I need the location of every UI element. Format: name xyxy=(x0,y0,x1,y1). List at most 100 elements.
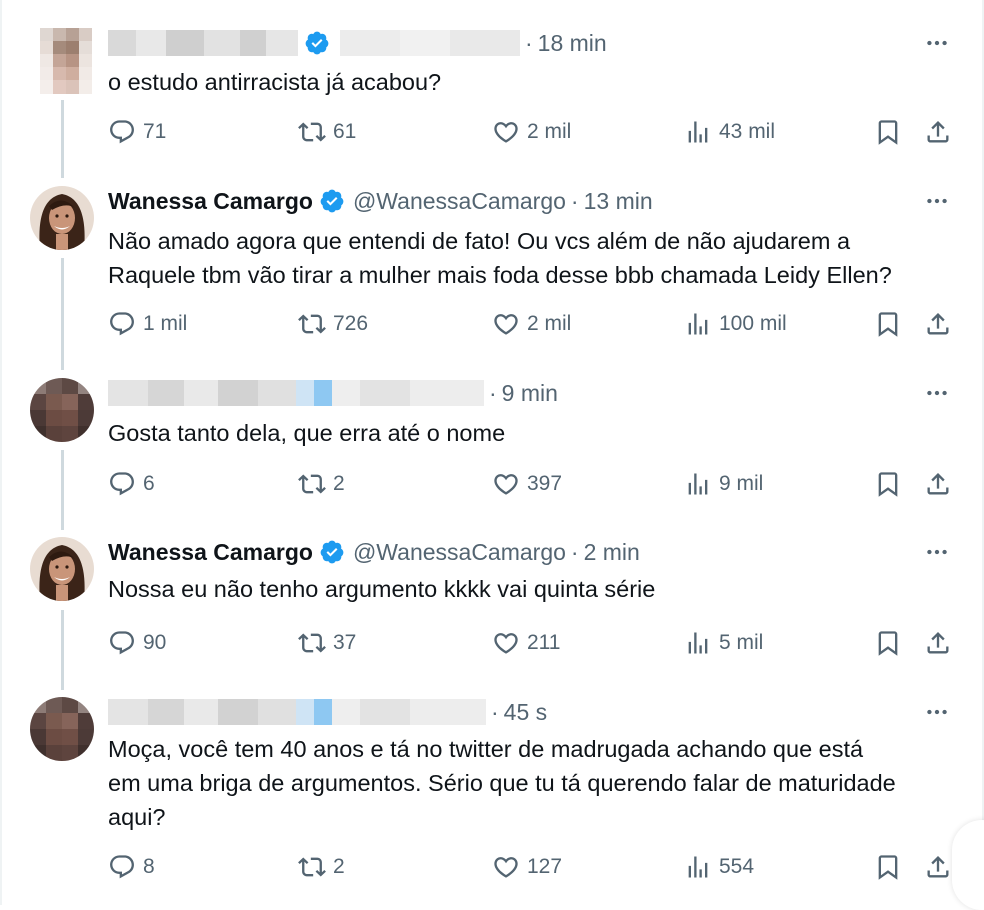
more-horizontal-icon[interactable] xyxy=(922,378,952,408)
tweet[interactable]: Wanessa Camargo @WanessaCamargo · 13 min… xyxy=(2,186,984,356)
tweet-time[interactable]: 13 min xyxy=(584,188,653,215)
share-icon xyxy=(927,856,949,878)
retweet-button[interactable]: 726 xyxy=(298,306,368,342)
tweet-text: o estudo antirracista já acabou? xyxy=(108,69,442,95)
tweet-actions: 90 37 211 5 mil xyxy=(108,625,952,661)
separator-dot: · xyxy=(570,187,579,214)
tweet-header: · 45 s xyxy=(108,697,547,727)
bookmark-button[interactable] xyxy=(874,849,902,885)
bookmark-button[interactable] xyxy=(874,114,902,150)
more-horizontal-icon[interactable] xyxy=(922,697,952,727)
redacted-handle xyxy=(340,29,520,57)
like-button[interactable]: 2 mil xyxy=(492,306,571,342)
bookmark-icon xyxy=(878,631,898,656)
share-button[interactable] xyxy=(924,466,952,502)
share-icon xyxy=(927,473,949,495)
avatar[interactable] xyxy=(30,186,94,250)
verified-badge-icon xyxy=(305,31,329,55)
views-button[interactable]: 5 mil xyxy=(684,625,763,661)
reply-thread: · 18 min o estudo antirracista já acabou… xyxy=(0,0,984,910)
retweet-button[interactable]: 2 xyxy=(298,466,345,502)
retweet-button[interactable]: 2 xyxy=(298,849,345,885)
tweet-actions: 71 61 2 mil 43 mil xyxy=(108,114,952,150)
tweet-actions: 8 2 127 554 xyxy=(108,849,952,885)
reply-button[interactable]: 6 xyxy=(108,466,155,502)
tweet-header: · 18 min xyxy=(108,28,607,58)
more-horizontal-icon[interactable] xyxy=(922,186,952,216)
share-button[interactable] xyxy=(924,306,952,342)
heart-icon xyxy=(494,122,518,143)
retweet-icon xyxy=(298,857,326,877)
user-handle[interactable]: @WanessaCamargo xyxy=(353,539,566,566)
more-horizontal-icon[interactable] xyxy=(922,537,952,567)
tweet-text: Nossa eu não tenho argumento kkkk vai qu… xyxy=(108,576,656,602)
user-name[interactable]: Wanessa Camargo xyxy=(108,188,313,215)
share-button[interactable] xyxy=(924,625,952,661)
tweet[interactable]: Wanessa Camargo @WanessaCamargo · 2 min … xyxy=(2,537,984,677)
more-horizontal-icon[interactable] xyxy=(922,28,952,58)
views-button[interactable]: 9 mil xyxy=(684,466,763,502)
share-button[interactable] xyxy=(924,114,952,150)
tweet-text: Moça, você tem 40 anos e tá no twitter d… xyxy=(108,732,968,834)
tweet-text: Gosta tanto dela, que erra até o nome xyxy=(108,420,506,446)
bookmark-icon xyxy=(878,120,898,145)
separator-dot: · xyxy=(491,698,499,725)
bookmark-button[interactable] xyxy=(874,306,902,342)
views-button[interactable]: 100 mil xyxy=(684,306,787,342)
separator-dot: · xyxy=(570,538,579,565)
verified-badge-icon xyxy=(320,189,344,213)
views-icon xyxy=(688,121,708,143)
tweet-time[interactable]: 2 min xyxy=(584,539,640,566)
like-button[interactable]: 127 xyxy=(492,849,562,885)
redacted-name xyxy=(108,29,298,57)
retweet-icon xyxy=(298,474,326,494)
tweet-text-line: Não amado agora que entendi de fato! Ou … xyxy=(108,228,851,254)
scroll-corner-button[interactable] xyxy=(952,820,984,910)
reply-icon xyxy=(110,855,134,879)
user-handle[interactable]: @WanessaCamargo xyxy=(353,188,566,215)
like-button[interactable]: 2 mil xyxy=(492,114,571,150)
avatar[interactable] xyxy=(30,697,94,761)
like-button[interactable]: 211 xyxy=(492,625,560,661)
views-button[interactable]: 43 mil xyxy=(684,114,775,150)
tweet[interactable]: · 18 min o estudo antirracista já acabou… xyxy=(2,28,984,168)
heart-icon xyxy=(494,633,518,654)
views-icon xyxy=(688,632,708,654)
reply-button[interactable]: 90 xyxy=(108,625,166,661)
reply-icon xyxy=(110,631,134,655)
retweet-button[interactable]: 61 xyxy=(298,114,356,150)
retweet-icon xyxy=(298,633,326,653)
tweet-time[interactable]: 18 min xyxy=(538,30,607,57)
tweet-time[interactable]: 9 min xyxy=(502,380,558,407)
reply-button[interactable]: 1 mil xyxy=(108,306,187,342)
tweet-text: Não amado agora que entendi de fato! Ou … xyxy=(108,224,968,292)
tweet[interactable]: · 45 s Moça, você tem 40 anos e tá no tw… xyxy=(2,697,984,897)
tweet-text-line: Raquele tbm vão tirar a mulher mais foda… xyxy=(108,262,892,288)
views-button[interactable]: 554 xyxy=(684,849,754,885)
like-button[interactable]: 397 xyxy=(492,466,562,502)
retweet-icon xyxy=(298,122,326,142)
tweet-text-line: em uma briga de argumentos. Sério que tu… xyxy=(108,770,896,796)
avatar[interactable] xyxy=(40,28,92,94)
verified-badge-icon xyxy=(320,540,344,564)
user-name[interactable]: Wanessa Camargo xyxy=(108,539,313,566)
share-button[interactable] xyxy=(924,849,952,885)
heart-icon xyxy=(494,474,518,495)
avatar[interactable] xyxy=(30,378,94,442)
bookmark-button[interactable] xyxy=(874,625,902,661)
share-icon xyxy=(927,121,949,143)
avatar[interactable] xyxy=(30,537,94,601)
tweet-header: Wanessa Camargo @WanessaCamargo · 2 min xyxy=(108,537,640,567)
bookmark-button[interactable] xyxy=(874,466,902,502)
reply-button[interactable]: 8 xyxy=(108,849,155,885)
views-icon xyxy=(688,313,708,335)
reply-icon xyxy=(110,120,134,144)
retweet-button[interactable]: 37 xyxy=(298,625,356,661)
tweet-text-line: aqui? xyxy=(108,804,166,830)
views-icon xyxy=(688,856,708,878)
tweet-time[interactable]: 45 s xyxy=(504,699,547,726)
tweet-actions: 1 mil 726 2 mil 100 mil xyxy=(108,306,952,342)
retweet-icon xyxy=(298,314,326,334)
tweet[interactable]: · 9 min Gosta tanto dela, que erra até o… xyxy=(2,378,984,518)
reply-button[interactable]: 71 xyxy=(108,114,166,150)
